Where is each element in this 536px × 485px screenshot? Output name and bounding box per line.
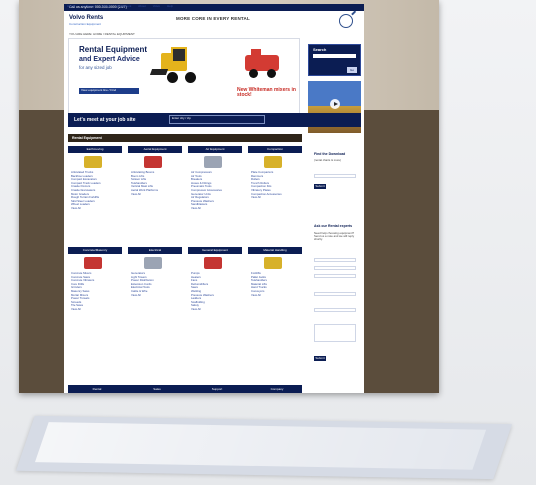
loader-bucket (149, 69, 169, 75)
equipment-thumb (204, 156, 222, 168)
category-link[interactable]: View All (131, 192, 181, 197)
category-row-mid: Concrete/Masonry Electrical General Equi… (68, 247, 302, 254)
category-concrete[interactable]: Concrete/Masonry (68, 247, 122, 254)
presentation-stage: Call us anytime: 000-000-0000 (24/7) Hom… (0, 0, 536, 485)
website-page: Volvo Rents Construction Equipment MORE … (64, 11, 364, 393)
category-links: Air Compressors Air Tools Breakers Hoses… (191, 170, 241, 211)
category-links: Pumps Heaters Fans Dehumidifiers Saws We… (191, 271, 241, 312)
category-link[interactable]: View All (251, 293, 301, 298)
top-utility-bar: Call us anytime: 000-000-0000 (24/7) Hom… (64, 4, 364, 11)
category-links: Concrete Mixers Concrete Saws Concrete V… (71, 271, 121, 312)
form-field[interactable] (314, 266, 356, 270)
category-material-handling[interactable]: Material Handling (248, 247, 302, 254)
equipment-thumb (84, 156, 102, 168)
category-air[interactable]: Air Equipment (188, 146, 242, 153)
strip-input[interactable]: Enter city / zip (169, 115, 265, 124)
browser-frame: Call us anytime: 000-000-0000 (24/7) Hom… (19, 0, 439, 393)
loader-wheel-icon (185, 72, 196, 83)
comments-field[interactable] (314, 324, 356, 342)
category-link[interactable]: View All (191, 307, 241, 312)
loader-cab (171, 47, 187, 63)
header-tagline: MORE CORE IN EVERY RENTAL (176, 16, 250, 21)
breadcrumb: YOU ARE HERE: HOME / RENTAL EQUIPMENT (69, 32, 135, 36)
category-links: Forklifts Pallet Jacks Telehandlers Mate… (251, 271, 301, 298)
search-input[interactable] (313, 54, 356, 58)
category-aerial[interactable]: Aerial Equipment (128, 146, 182, 153)
reflected-page-preview (15, 415, 513, 480)
search-title: Search (313, 47, 327, 52)
hero-banner: Rental Equipment and Expert Advice for a… (68, 38, 300, 115)
rental-section-title: Rental Equipment (68, 134, 302, 142)
download-select[interactable] (314, 174, 356, 178)
footer-col-company[interactable]: Company (248, 385, 306, 393)
equipment-thumb (264, 156, 282, 168)
category-general[interactable]: General Equipment (188, 247, 242, 254)
footer-bar: Rental Sales Support Company (68, 385, 302, 393)
form-field[interactable] (314, 258, 356, 262)
form-field[interactable] (314, 308, 356, 312)
equipment-thumb (144, 257, 162, 269)
equipment-thumb (84, 257, 102, 269)
category-earthmoving[interactable]: Earthmoving (68, 146, 122, 153)
hero-line-2: and Expert Advice (79, 56, 140, 63)
loader-wheel-icon (167, 72, 178, 83)
right-sidebar: Find the Download (rental charts & more)… (308, 146, 361, 376)
footer-col-support[interactable]: Support (188, 385, 246, 393)
strip-title: Let's meet at your job site (74, 117, 136, 123)
download-title: Find the Download (314, 152, 346, 156)
top-links: Home Locations Rental Equipment About Vo… (67, 4, 173, 9)
mixer-wheel-icon (249, 69, 258, 78)
category-row-top: Earthmoving Aerial Equipment Air Equipme… (68, 146, 302, 153)
toplink-home[interactable]: Home (67, 4, 75, 8)
play-icon[interactable] (330, 99, 340, 109)
site-logo-title[interactable]: Volvo Rents (69, 15, 103, 21)
category-links: Articulating Booms Boom Lifts Scissor Li… (131, 170, 181, 197)
category-links: Generators Light Towers Power Distributi… (131, 271, 181, 298)
toplink-locations[interactable]: Locations (82, 4, 95, 8)
mixer-image (239, 49, 287, 83)
hero-button[interactable]: View equipment line / Find (79, 88, 139, 94)
category-compaction[interactable]: Compaction (248, 146, 302, 153)
jobsite-strip: Let's meet at your job site Enter city /… (68, 113, 361, 127)
hero-line-1: Rental Equipment (79, 45, 148, 54)
site-logo-subtitle: Construction Equipment (69, 22, 102, 26)
category-links: Articulated Trucks Backhoe Loaders Compa… (71, 170, 121, 211)
equipment-thumb (264, 257, 282, 269)
category-electrical[interactable]: Electrical (128, 247, 182, 254)
equipment-thumb (204, 257, 222, 269)
hero-promo-text: New Whiteman mixers in stock! (237, 87, 296, 98)
toplink-help[interactable]: Help (167, 4, 173, 8)
category-links: Plate Compactors Rammers Rollers Trench … (251, 170, 301, 200)
category-link[interactable]: View All (251, 196, 301, 200)
category-link[interactable]: View All (71, 206, 121, 211)
form-field[interactable] (314, 292, 356, 296)
mixer-tank (245, 49, 279, 71)
ask-text: Need help choosing equipment? Send us a … (314, 231, 355, 242)
ask-title: Ask our Rental experts (314, 224, 353, 228)
category-link[interactable]: View All (71, 307, 121, 312)
download-subtitle: (rental charts & more) (314, 158, 342, 162)
ask-submit-button[interactable]: Submit (314, 356, 326, 361)
mixer-wheel-icon (267, 69, 276, 78)
skid-steer-loader-image (149, 47, 211, 87)
hero-line-3: for any sized job (79, 65, 112, 70)
category-link[interactable]: View All (131, 293, 181, 298)
brand-logo-icon[interactable] (339, 14, 353, 28)
equipment-thumb (144, 156, 162, 168)
toplink-rental[interactable]: Rental Equipment (102, 4, 132, 8)
footer-col-sales[interactable]: Sales (128, 385, 186, 393)
search-panel: Search Go (308, 44, 361, 76)
form-field[interactable] (314, 274, 356, 278)
footer-col-rental[interactable]: Rental (68, 385, 126, 393)
download-button[interactable]: Submit (314, 184, 326, 189)
toplink-about[interactable]: About Volvo (138, 4, 160, 8)
search-button[interactable]: Go (347, 67, 357, 73)
category-link[interactable]: View All (191, 206, 241, 211)
